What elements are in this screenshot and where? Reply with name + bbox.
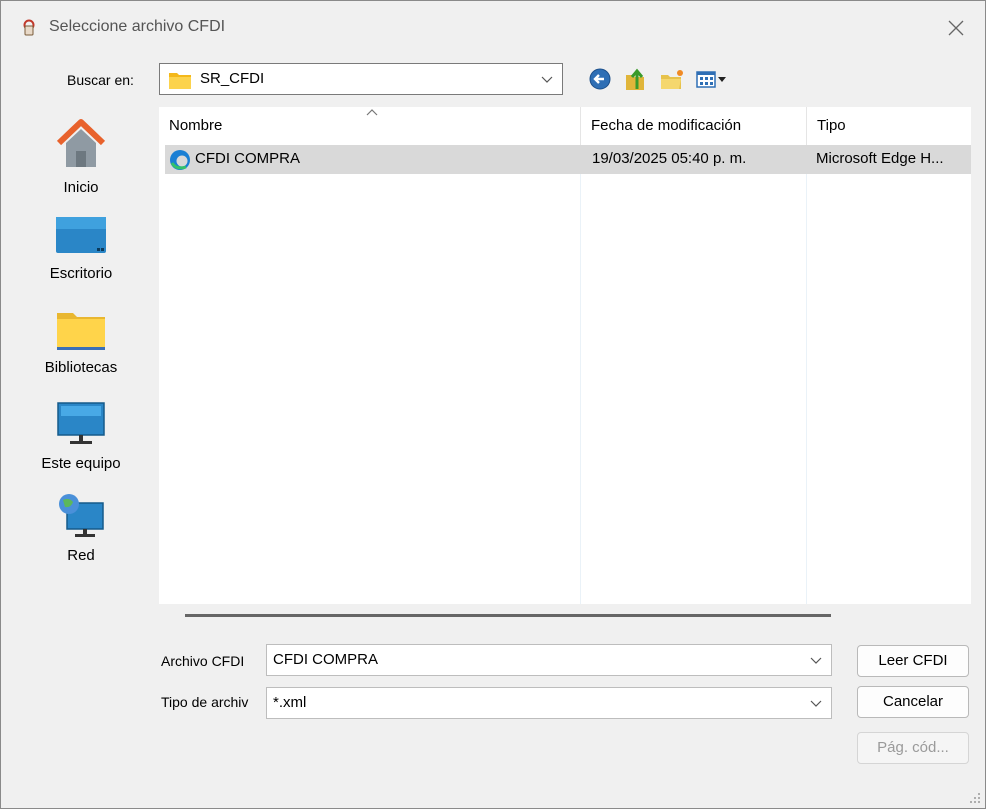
filename-combo[interactable]: CFDI COMPRA — [266, 644, 832, 676]
places-bar: Inicio Escritorio Bibliotecas Este equip… — [1, 101, 159, 601]
desktop-icon — [56, 217, 106, 253]
filetype-combo[interactable]: *.xml — [266, 687, 832, 719]
column-label: Fecha de modificación — [591, 117, 742, 134]
title-bar: Seleccione archivo CFDI — [1, 1, 985, 55]
view-menu-icon[interactable] — [695, 65, 729, 93]
file-list[interactable]: Nombre Fecha de modificación Tipo CFDI C… — [159, 107, 971, 604]
this-pc-icon — [57, 402, 105, 444]
filename-value: CFDI COMPRA — [273, 651, 378, 668]
horizontal-scrollbar[interactable] — [185, 614, 831, 617]
lookin-label: Buscar en: — [67, 72, 134, 88]
column-header-fecha[interactable]: Fecha de modificación — [581, 107, 806, 145]
libraries-icon — [57, 313, 105, 350]
column-header-nombre[interactable]: Nombre — [159, 107, 580, 145]
back-icon[interactable] — [587, 65, 613, 93]
list-item[interactable]: CFDI COMPRA 19/03/2025 05:40 p. m. Micro… — [165, 145, 971, 174]
place-este-equipo[interactable]: Este equipo — [23, 401, 139, 472]
file-type: Microsoft Edge H... — [816, 150, 944, 167]
home-icon — [56, 119, 106, 167]
cancel-button[interactable]: Cancelar — [857, 686, 969, 718]
filetype-value: *.xml — [273, 694, 307, 711]
place-bibliotecas[interactable]: Bibliotecas — [23, 307, 139, 376]
place-label: Escritorio — [49, 265, 113, 282]
file-date: 19/03/2025 05:40 p. m. — [592, 150, 747, 167]
resize-grip-icon[interactable] — [969, 792, 981, 804]
column-divider — [806, 145, 807, 604]
filename-label: Archivo CFDI — [161, 653, 245, 669]
file-dialog: Seleccione archivo CFDI Buscar en: SR_CF… — [0, 0, 986, 809]
place-label: Inicio — [63, 179, 99, 196]
place-label: Este equipo — [41, 455, 121, 472]
chevron-down-icon — [541, 76, 553, 83]
network-icon — [59, 494, 104, 537]
chevron-down-icon[interactable] — [809, 653, 823, 667]
place-escritorio[interactable]: Escritorio — [23, 213, 139, 282]
new-folder-icon[interactable] — [659, 65, 685, 93]
up-folder-icon[interactable] — [623, 65, 649, 93]
window-title: Seleccione archivo CFDI — [49, 18, 226, 35]
lookin-value: SR_CFDI — [200, 70, 265, 87]
chevron-down-icon[interactable] — [809, 696, 823, 710]
edge-icon — [170, 150, 190, 170]
column-header-tipo[interactable]: Tipo — [807, 107, 971, 145]
close-icon[interactable] — [941, 13, 971, 43]
place-label: Bibliotecas — [44, 359, 118, 376]
codepage-button[interactable]: Pág. cód... — [857, 732, 969, 764]
column-divider — [580, 145, 581, 604]
filetype-label: Tipo de archiv — [161, 694, 249, 710]
place-label: Red — [67, 547, 95, 564]
column-label: Tipo — [817, 117, 846, 134]
app-icon — [23, 19, 35, 36]
folder-icon — [169, 73, 191, 89]
open-button[interactable]: Leer CFDI — [857, 645, 969, 677]
place-inicio[interactable]: Inicio — [23, 115, 139, 196]
file-name: CFDI COMPRA — [195, 150, 300, 167]
column-label: Nombre — [169, 117, 223, 134]
place-red[interactable]: Red — [23, 493, 139, 564]
lookin-combo[interactable]: SR_CFDI — [159, 63, 563, 95]
